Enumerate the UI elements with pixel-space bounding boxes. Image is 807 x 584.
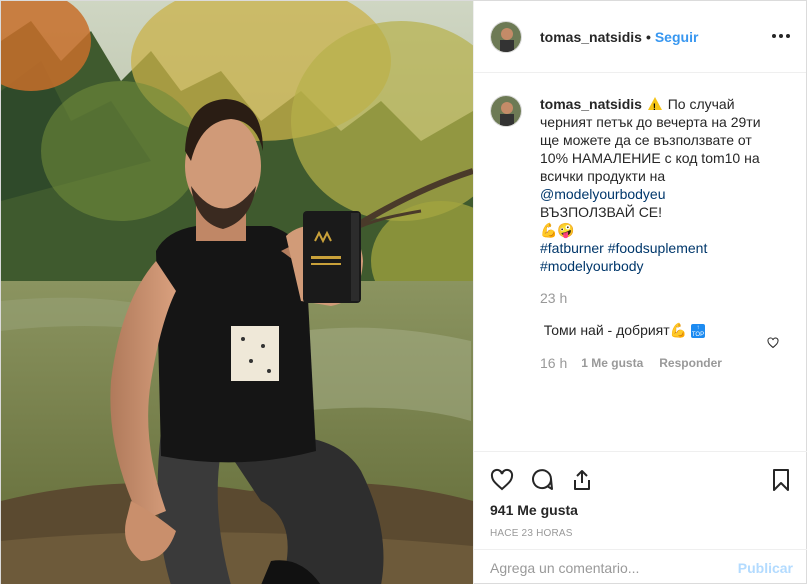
share-icon[interactable]: [570, 468, 594, 492]
post-time-ago: HACE 23 HORAS: [490, 528, 573, 539]
top-badge-text: TOP: [691, 332, 705, 339]
actions-bar: 941 Me gusta HACE 23 HORAS: [474, 451, 807, 539]
publish-button[interactable]: Publicar: [738, 560, 793, 576]
avatar[interactable]: [490, 20, 522, 53]
top-badge-icon: ↑ TOP: [691, 324, 705, 339]
heart-icon[interactable]: [490, 468, 514, 492]
reply-emoji: 💪: [669, 322, 688, 338]
warning-emoji-icon: [647, 97, 662, 116]
photo-illustration: [1, 1, 473, 584]
hashtag-link[interactable]: #foodsuplement: [608, 240, 708, 256]
caption-avatar[interactable]: [490, 95, 522, 127]
reply-meta: 16 h 1 Me gusta Responder: [540, 355, 793, 371]
caption-mention-link[interactable]: @modelyourbodyeu: [540, 186, 666, 202]
comment-input[interactable]: [490, 559, 738, 576]
caption-emojis: 💪🤪: [540, 222, 575, 238]
likes-count[interactable]: 941 Me gusta: [490, 502, 793, 518]
hashtag-link[interactable]: #fatburner: [540, 240, 604, 256]
add-comment-box: Publicar: [474, 549, 807, 584]
reply-likes[interactable]: 1 Me gusta: [581, 356, 643, 370]
heart-small-icon[interactable]: [767, 337, 779, 349]
post-photo[interactable]: [1, 1, 473, 584]
header-separator: •: [645, 28, 651, 45]
caption-time[interactable]: 23 h: [540, 289, 775, 307]
more-options-icon[interactable]: [772, 27, 790, 45]
save-bookmark-icon[interactable]: [769, 468, 793, 492]
avatar-image: [491, 96, 521, 126]
caption-username[interactable]: tomas_natsidis: [540, 96, 642, 112]
avatar-image: [491, 21, 521, 52]
header-username[interactable]: tomas_natsidis: [540, 29, 642, 45]
reply-button[interactable]: Responder: [659, 356, 722, 370]
hashtag-link[interactable]: #modelyourbody: [540, 258, 644, 274]
reply-body: Томи най - добрият💪 ↑ TOP: [540, 321, 705, 339]
reply-text: Томи най - добрият: [543, 322, 670, 338]
caption: tomas_natsidis По случай черният петък д…: [490, 95, 793, 307]
reply-time[interactable]: 16 h: [540, 355, 567, 371]
caption-body: tomas_natsidis По случай черният петък д…: [540, 95, 775, 307]
comment-icon[interactable]: [530, 468, 554, 492]
comment-reply: Томи най - добрият💪 ↑ TOP 16 h 1 Me gusta…: [490, 321, 793, 371]
comments-section: tomas_natsidis По случай черният петък д…: [474, 73, 807, 451]
caption-text-2: ВЪЗПОЛЗВАЙ СЕ!: [540, 204, 663, 220]
post-header: tomas_natsidis • Seguir: [474, 1, 806, 73]
follow-button[interactable]: Seguir: [655, 29, 699, 45]
top-badge-arrow: ↑: [696, 325, 700, 332]
instagram-post: tomas_natsidis • Seguir tomas_natsidis !…: [0, 0, 807, 584]
action-icons: [490, 460, 793, 500]
post-sidebar: tomas_natsidis • Seguir tomas_natsidis !…: [473, 1, 807, 584]
